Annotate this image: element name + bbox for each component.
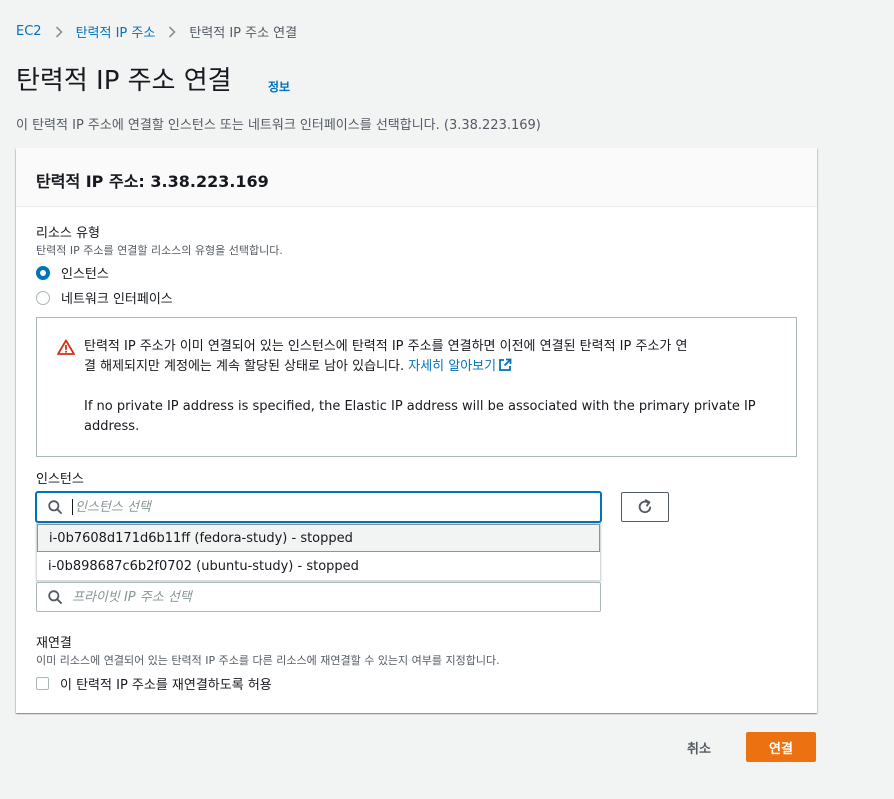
breadcrumb: EC2 탄력적 IP 주소 탄력적 IP 주소 연결	[16, 22, 297, 41]
instance-search-input[interactable]	[75, 499, 575, 515]
warning-icon	[57, 339, 75, 359]
associate-panel: 탄력적 IP 주소: 3.38.223.169 리소스 유형 탄력적 IP 주소…	[16, 148, 817, 713]
breadcrumb-current: 탄력적 IP 주소 연결	[189, 26, 298, 41]
allow-reassociation[interactable]: 이 탄력적 IP 주소를 재연결하도록 허용	[36, 674, 272, 693]
instance-search-field[interactable]	[36, 492, 601, 522]
alert-line-1: 탄력적 IP 주소가 이미 연결되어 있는 인스턴스에 탄력적 IP 주소를 연…	[84, 339, 688, 354]
radio-network-interface-button[interactable]	[36, 290, 50, 305]
allow-reassociation-checkbox[interactable]	[36, 677, 49, 690]
reassociation-label: 재연결	[36, 636, 72, 651]
info-link[interactable]: 정보	[268, 78, 290, 95]
warning-alert: 탄력적 IP 주소가 이미 연결되어 있는 인스턴스에 탄력적 IP 주소를 연…	[36, 317, 797, 457]
resource-type-label: 리소스 유형	[36, 226, 100, 241]
page-title: 탄력적 IP 주소 연결	[16, 66, 232, 96]
associate-button[interactable]: 연결	[746, 732, 816, 762]
page-description: 이 탄력적 IP 주소에 연결할 인스턴스 또는 네트워크 인터페이스를 선택합…	[16, 118, 541, 133]
radio-network-interface[interactable]: 네트워크 인터페이스	[36, 288, 173, 307]
external-link-icon[interactable]	[498, 358, 512, 379]
instance-label: 인스턴스	[36, 472, 84, 487]
chevron-right-icon	[168, 25, 176, 38]
panel-title: 탄력적 IP 주소: 3.38.223.169	[36, 172, 269, 191]
breadcrumb-ec2[interactable]: EC2	[16, 24, 42, 39]
search-icon	[48, 590, 62, 604]
radio-instance-button[interactable]	[36, 265, 50, 280]
chevron-right-icon	[55, 25, 63, 38]
panel-header: 탄력적 IP 주소: 3.38.223.169	[16, 148, 817, 207]
private-ip-input[interactable]	[72, 589, 572, 605]
instance-option-fedora[interactable]: i-0b7608d171d6b11ff (fedora-study) - sto…	[37, 524, 600, 552]
text-caret	[72, 499, 73, 515]
resource-type-description: 탄력적 IP 주소를 연결할 리소스의 유형을 선택합니다.	[36, 244, 283, 257]
radio-network-interface-label: 네트워크 인터페이스	[61, 292, 173, 307]
radio-instance[interactable]: 인스턴스	[36, 263, 109, 282]
alert-message: 탄력적 IP 주소가 이미 연결되어 있는 인스턴스에 탄력적 IP 주소를 연…	[84, 337, 784, 379]
search-icon	[48, 500, 62, 514]
instance-option-ubuntu[interactable]: i-0b898687c6b2f0702 (ubuntu-study) - sto…	[37, 552, 600, 580]
alert-note: If no private IP address is specified, t…	[84, 399, 756, 434]
reassociation-description: 이미 리소스에 연결되어 있는 탄력적 IP 주소를 다른 리소스에 재연결할 …	[36, 654, 500, 667]
instance-dropdown: i-0b7608d171d6b11ff (fedora-study) - sto…	[36, 523, 601, 581]
refresh-button[interactable]	[621, 492, 669, 522]
refresh-icon	[636, 498, 654, 516]
alert-line-2: 결 해제되지만 계정에는 계속 할당된 상태로 남아 있습니다.	[84, 359, 409, 374]
breadcrumb-elastic-ip[interactable]: 탄력적 IP 주소	[76, 22, 156, 41]
allow-reassociation-label: 이 탄력적 IP 주소를 재연결하도록 허용	[60, 678, 272, 693]
cancel-button[interactable]: 취소	[671, 732, 727, 762]
private-ip-search-field[interactable]	[36, 582, 601, 612]
radio-instance-label: 인스턴스	[61, 267, 109, 282]
learn-more-link[interactable]: 자세히 알아보기	[408, 359, 496, 374]
